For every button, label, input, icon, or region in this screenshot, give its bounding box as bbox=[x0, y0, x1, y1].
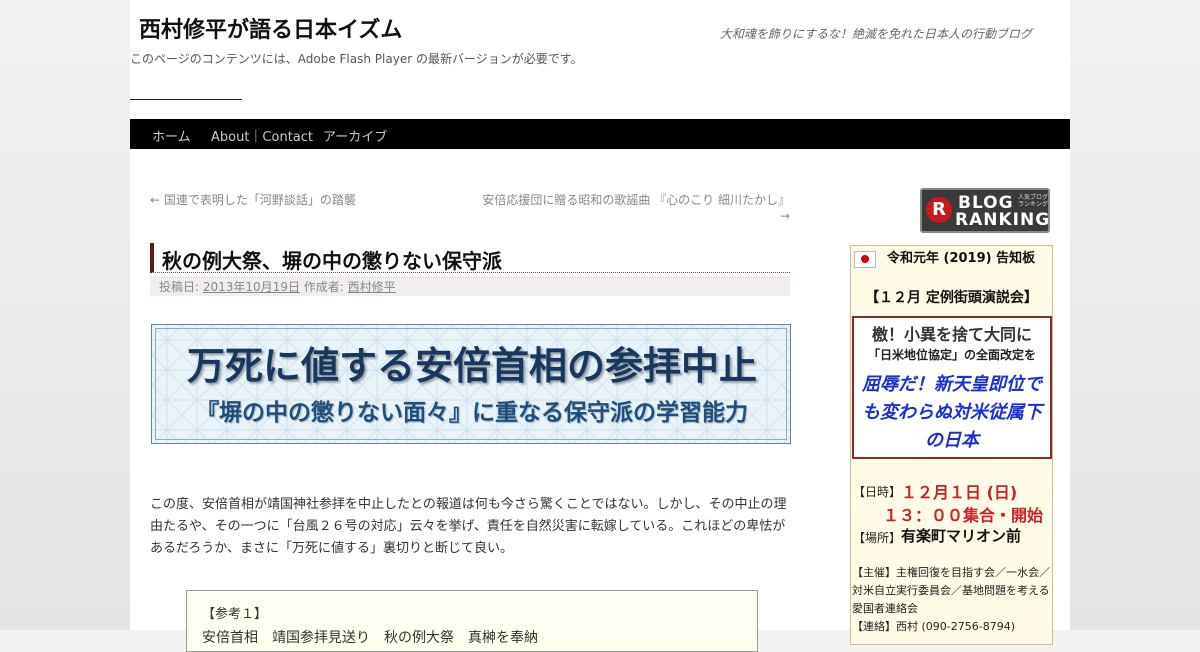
author-label: 作成者: bbox=[303, 280, 344, 294]
post-meta: 投稿日: 2013年10月19日 作成者: 西村修平 bbox=[150, 276, 790, 296]
site-description: 大和魂を飾りにするな！絶滅を免れた日本人の行動ブログ bbox=[719, 27, 1032, 41]
ranking-small-text: 人気ブログランキング bbox=[1018, 194, 1049, 208]
japan-flag-icon bbox=[854, 251, 876, 268]
nav-item-home[interactable]: ホーム bbox=[152, 126, 191, 145]
banner-subheadline: 『塀の中の懲りない面々』に重なる保守派の学習能力 bbox=[196, 400, 748, 426]
header-divider bbox=[130, 99, 242, 100]
event-date: １２月１日 (日) bbox=[901, 483, 1018, 502]
place-label: 【場所】 bbox=[853, 531, 902, 545]
reference-box: 【参考１】 安倍首相 靖国参拝見送り 秋の例大祭 真榊を奉納 bbox=[186, 590, 758, 652]
ranking-logo-icon: R bbox=[926, 197, 952, 223]
post-date-link[interactable]: 2013年10月19日 bbox=[203, 280, 300, 294]
event-place: 有楽町マリオン前 bbox=[901, 527, 1022, 545]
post-author-link[interactable]: 西村修平 bbox=[348, 280, 396, 294]
appeal-line-3: 屈辱だ！新天皇即位でも変わらぬ対米従属下の日本 bbox=[862, 374, 1042, 451]
post-body-paragraph: この度、安倍首相が靖国神社参拝を中止したとの報道は何も今さら驚くことではない。し… bbox=[150, 497, 787, 556]
event-contact: 【連絡】西村 (090-2756-8794) bbox=[852, 620, 1016, 633]
flash-player-message: このページのコンテンツには、Adobe Flash Player の最新バージョ… bbox=[130, 52, 583, 66]
appeal-line-2: 「日米地位協定」の全面改定を bbox=[867, 348, 1036, 362]
appeal-line-1: 檄！小異を捨て大同に bbox=[871, 325, 1032, 344]
next-post-link[interactable]: 安倍応援団に贈る昭和の歌謡曲 『心のこり 細川たかし』 bbox=[482, 191, 790, 208]
post-banner-image: 万死に値する安倍首相の参拝中止 『塀の中の懲りない面々』に重なる保守派の学習能力 bbox=[151, 324, 791, 444]
appeal-box: 檄！小異を捨て大同に 「日米地位協定」の全面改定を 屈辱だ！新天皇即位でも変わら… bbox=[852, 316, 1052, 459]
post-title-bar: 秋の例大祭、塀の中の懲りない保守派 bbox=[150, 243, 790, 273]
notice-title: 【１２月 定例街頭演説会】 bbox=[865, 290, 1038, 306]
nav-item-archive[interactable]: アーカイブ bbox=[323, 126, 387, 145]
site-title[interactable]: 西村修平が語る日本イズム bbox=[139, 12, 402, 44]
nav-item-about-contact[interactable]: About｜Contact bbox=[211, 126, 313, 145]
banner-headline: 万死に値する安倍首相の参拝中止 bbox=[186, 344, 757, 388]
blog-ranking-banner[interactable]: R BLOG RANKING 人気ブログランキング bbox=[920, 188, 1050, 233]
event-hosts: 【主催】主権回復を目指す会／一水会／対米自立実行委員会／基地問題を考える愛国者連… bbox=[852, 566, 1050, 615]
ranking-ranking-text: RANKING bbox=[955, 210, 1051, 230]
notice-heading: 令和元年 (2019) 告知板 bbox=[887, 251, 1036, 266]
next-post-arrow[interactable]: → bbox=[780, 209, 790, 223]
event-time: １３：００集合・開始 bbox=[883, 506, 1044, 525]
reference-title: 【参考１】 bbox=[202, 607, 268, 622]
reference-headline: 安倍首相 靖国参拝見送り 秋の例大祭 真榊を奉納 bbox=[202, 630, 538, 646]
notice-board: 令和元年 (2019) 告知板 【１２月 定例街頭演説会】 檄！小異を捨て大同に… bbox=[850, 245, 1053, 645]
main-nav: ホーム About｜Contact アーカイブ bbox=[130, 119, 1070, 149]
date-label: 【日時】 bbox=[853, 485, 902, 499]
post-title[interactable]: 秋の例大祭、塀の中の懲りない保守派 bbox=[162, 245, 502, 274]
posted-label: 投稿日: bbox=[159, 280, 200, 294]
prev-post-link[interactable]: ← 国連で表明した「河野談話」の踏襲 bbox=[150, 191, 356, 208]
page-container: 西村修平が語る日本イズム 大和魂を飾りにするな！絶滅を免れた日本人の行動ブログ … bbox=[130, 0, 1070, 652]
